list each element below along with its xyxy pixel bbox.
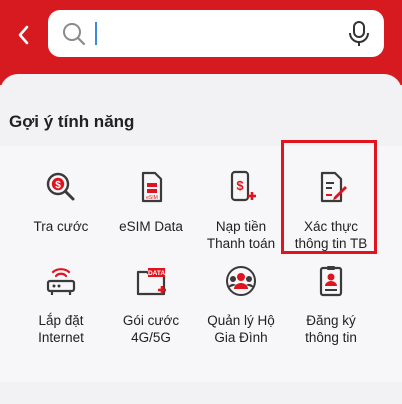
svg-text:$: $ (236, 178, 244, 193)
feature-goi-cuoc[interactable]: DATA Gói cước 4G/5G (103, 264, 199, 346)
chevron-left-icon (18, 25, 29, 45)
esim-card-icon: eSIM (141, 171, 163, 203)
search-money-icon: $ (46, 172, 75, 201)
section-title: Gợi ý tính năng (9, 112, 135, 131)
svg-text:DATA: DATA (148, 270, 165, 277)
text-cursor (95, 22, 97, 45)
feature-label: eSIM Data (119, 219, 183, 234)
feature-dang-ky-thong-tin[interactable]: Đăng ký thông tin (283, 264, 379, 346)
feature-label: Gói cước 4G/5G (122, 313, 180, 345)
feature-label: Tra cước (33, 219, 89, 234)
feature-label: Nạp tiền Thanh toán (206, 219, 276, 251)
user-form-icon (319, 266, 343, 297)
search-input[interactable] (94, 19, 334, 47)
phone-topup-icon: $ (230, 170, 256, 202)
search-bar[interactable] (48, 10, 384, 57)
router-icon (46, 268, 76, 295)
search-icon (63, 23, 86, 46)
feature-nap-tien[interactable]: $ Nạp tiền Thanh toán (193, 170, 289, 252)
highlight-box (281, 140, 377, 254)
svg-text:eSIM: eSIM (146, 195, 158, 201)
svg-text:$: $ (55, 180, 61, 191)
data-folder-icon: DATA (136, 268, 166, 296)
feature-label: Quản lý Hộ Gia Đình (207, 313, 275, 345)
feature-tra-cuoc[interactable]: $ Tra cước (13, 170, 109, 235)
feature-esim-data[interactable]: eSIM eSIM Data (103, 170, 199, 235)
feature-lap-dat-internet[interactable]: Lắp đặt Internet (13, 264, 109, 346)
family-group-icon (226, 266, 256, 296)
feature-label: Đăng ký thông tin (305, 313, 357, 345)
microphone-icon[interactable] (347, 20, 371, 48)
feature-label: Lắp đặt Internet (38, 313, 84, 345)
back-button[interactable] (10, 20, 36, 50)
feature-quan-ly-ho-gia-dinh[interactable]: Quản lý Hộ Gia Đình (193, 264, 289, 346)
